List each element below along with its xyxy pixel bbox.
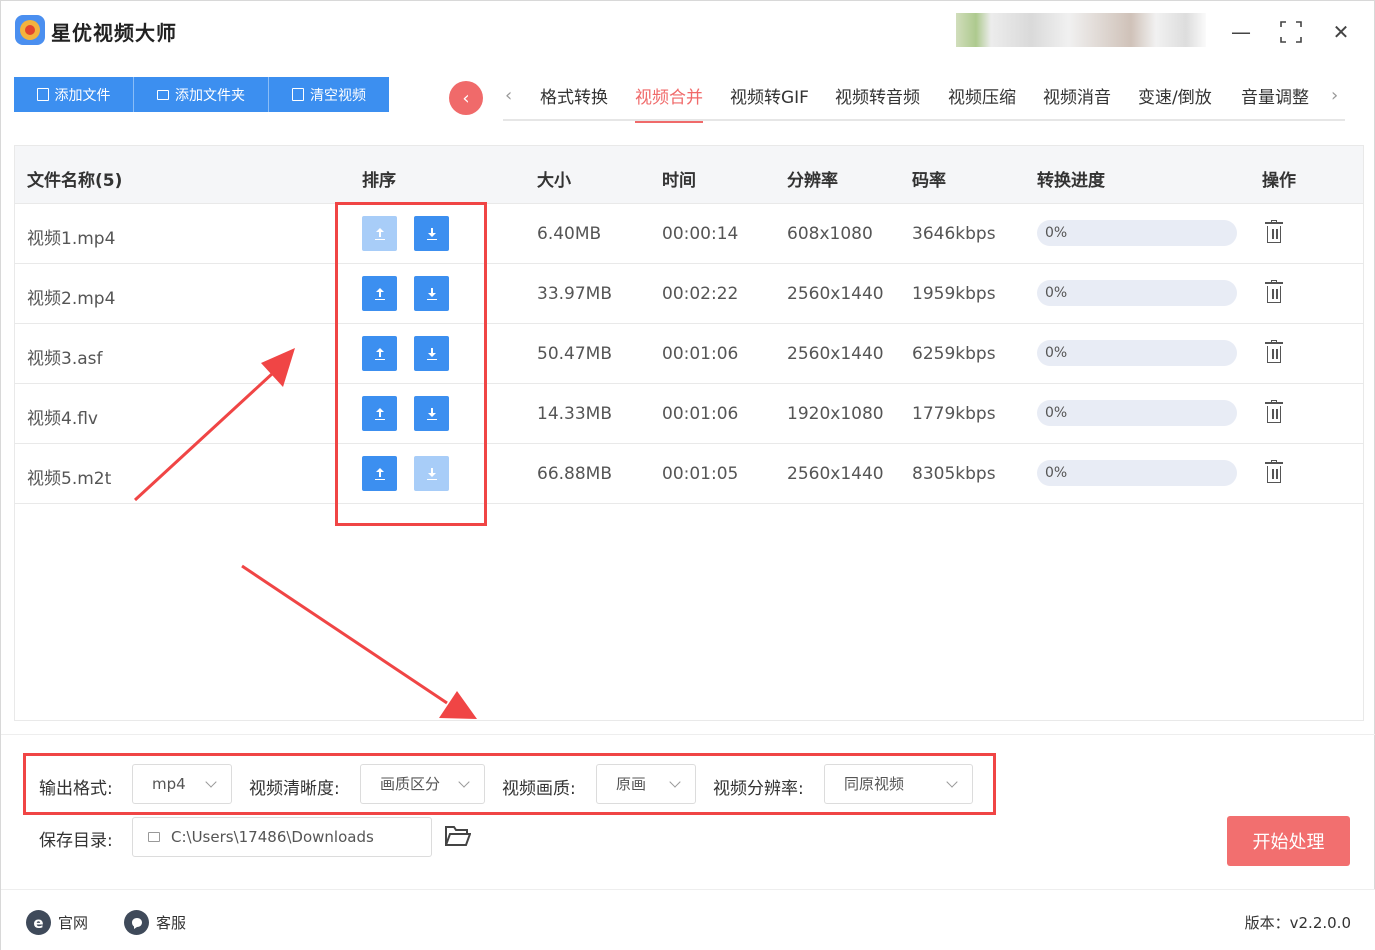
arrow-to-settings xyxy=(241,564,477,719)
website-icon[interactable]: e xyxy=(26,910,51,935)
chevron-down-icon xyxy=(458,776,470,788)
support-link[interactable]: 客服 xyxy=(156,912,186,933)
resolution-select[interactable]: 同原视频 xyxy=(824,764,973,804)
chevron-down-icon xyxy=(205,776,217,788)
footer-bar: e 官网 客服 版本：v2.2.0.0 xyxy=(1,889,1375,950)
chevron-down-icon xyxy=(669,776,681,788)
output-format-label: 输出格式: xyxy=(39,779,113,799)
start-processing-button[interactable]: 开始处理 xyxy=(1227,816,1350,866)
resolution-label: 视频分辨率: xyxy=(713,779,804,799)
app-window: 星优视频大师 — ✕ 添加文件 添加文件夹 清空视频 ‹ ‹ 格式转换 视频合并… xyxy=(0,0,1375,950)
chat-icon[interactable] xyxy=(124,910,149,935)
quality-select[interactable]: 原画 xyxy=(596,764,696,804)
open-folder-icon[interactable] xyxy=(445,825,471,847)
folder-icon xyxy=(148,832,160,842)
clarity-label: 视频清晰度: xyxy=(249,779,340,799)
version-label: 版本：v2.2.0.0 xyxy=(1244,914,1351,932)
arrow-to-sort xyxy=(133,348,295,502)
save-dir-label: 保存目录: xyxy=(39,831,113,851)
website-link[interactable]: 官网 xyxy=(58,912,88,933)
chat-bubble-icon xyxy=(131,917,142,929)
clarity-select[interactable]: 画质区分 xyxy=(360,764,485,804)
quality-label: 视频画质: xyxy=(502,779,576,799)
save-dir-input[interactable]: C:\Users\17486\Downloads xyxy=(132,817,432,857)
chevron-down-icon xyxy=(946,776,958,788)
output-format-select[interactable]: mp4 xyxy=(132,764,232,804)
